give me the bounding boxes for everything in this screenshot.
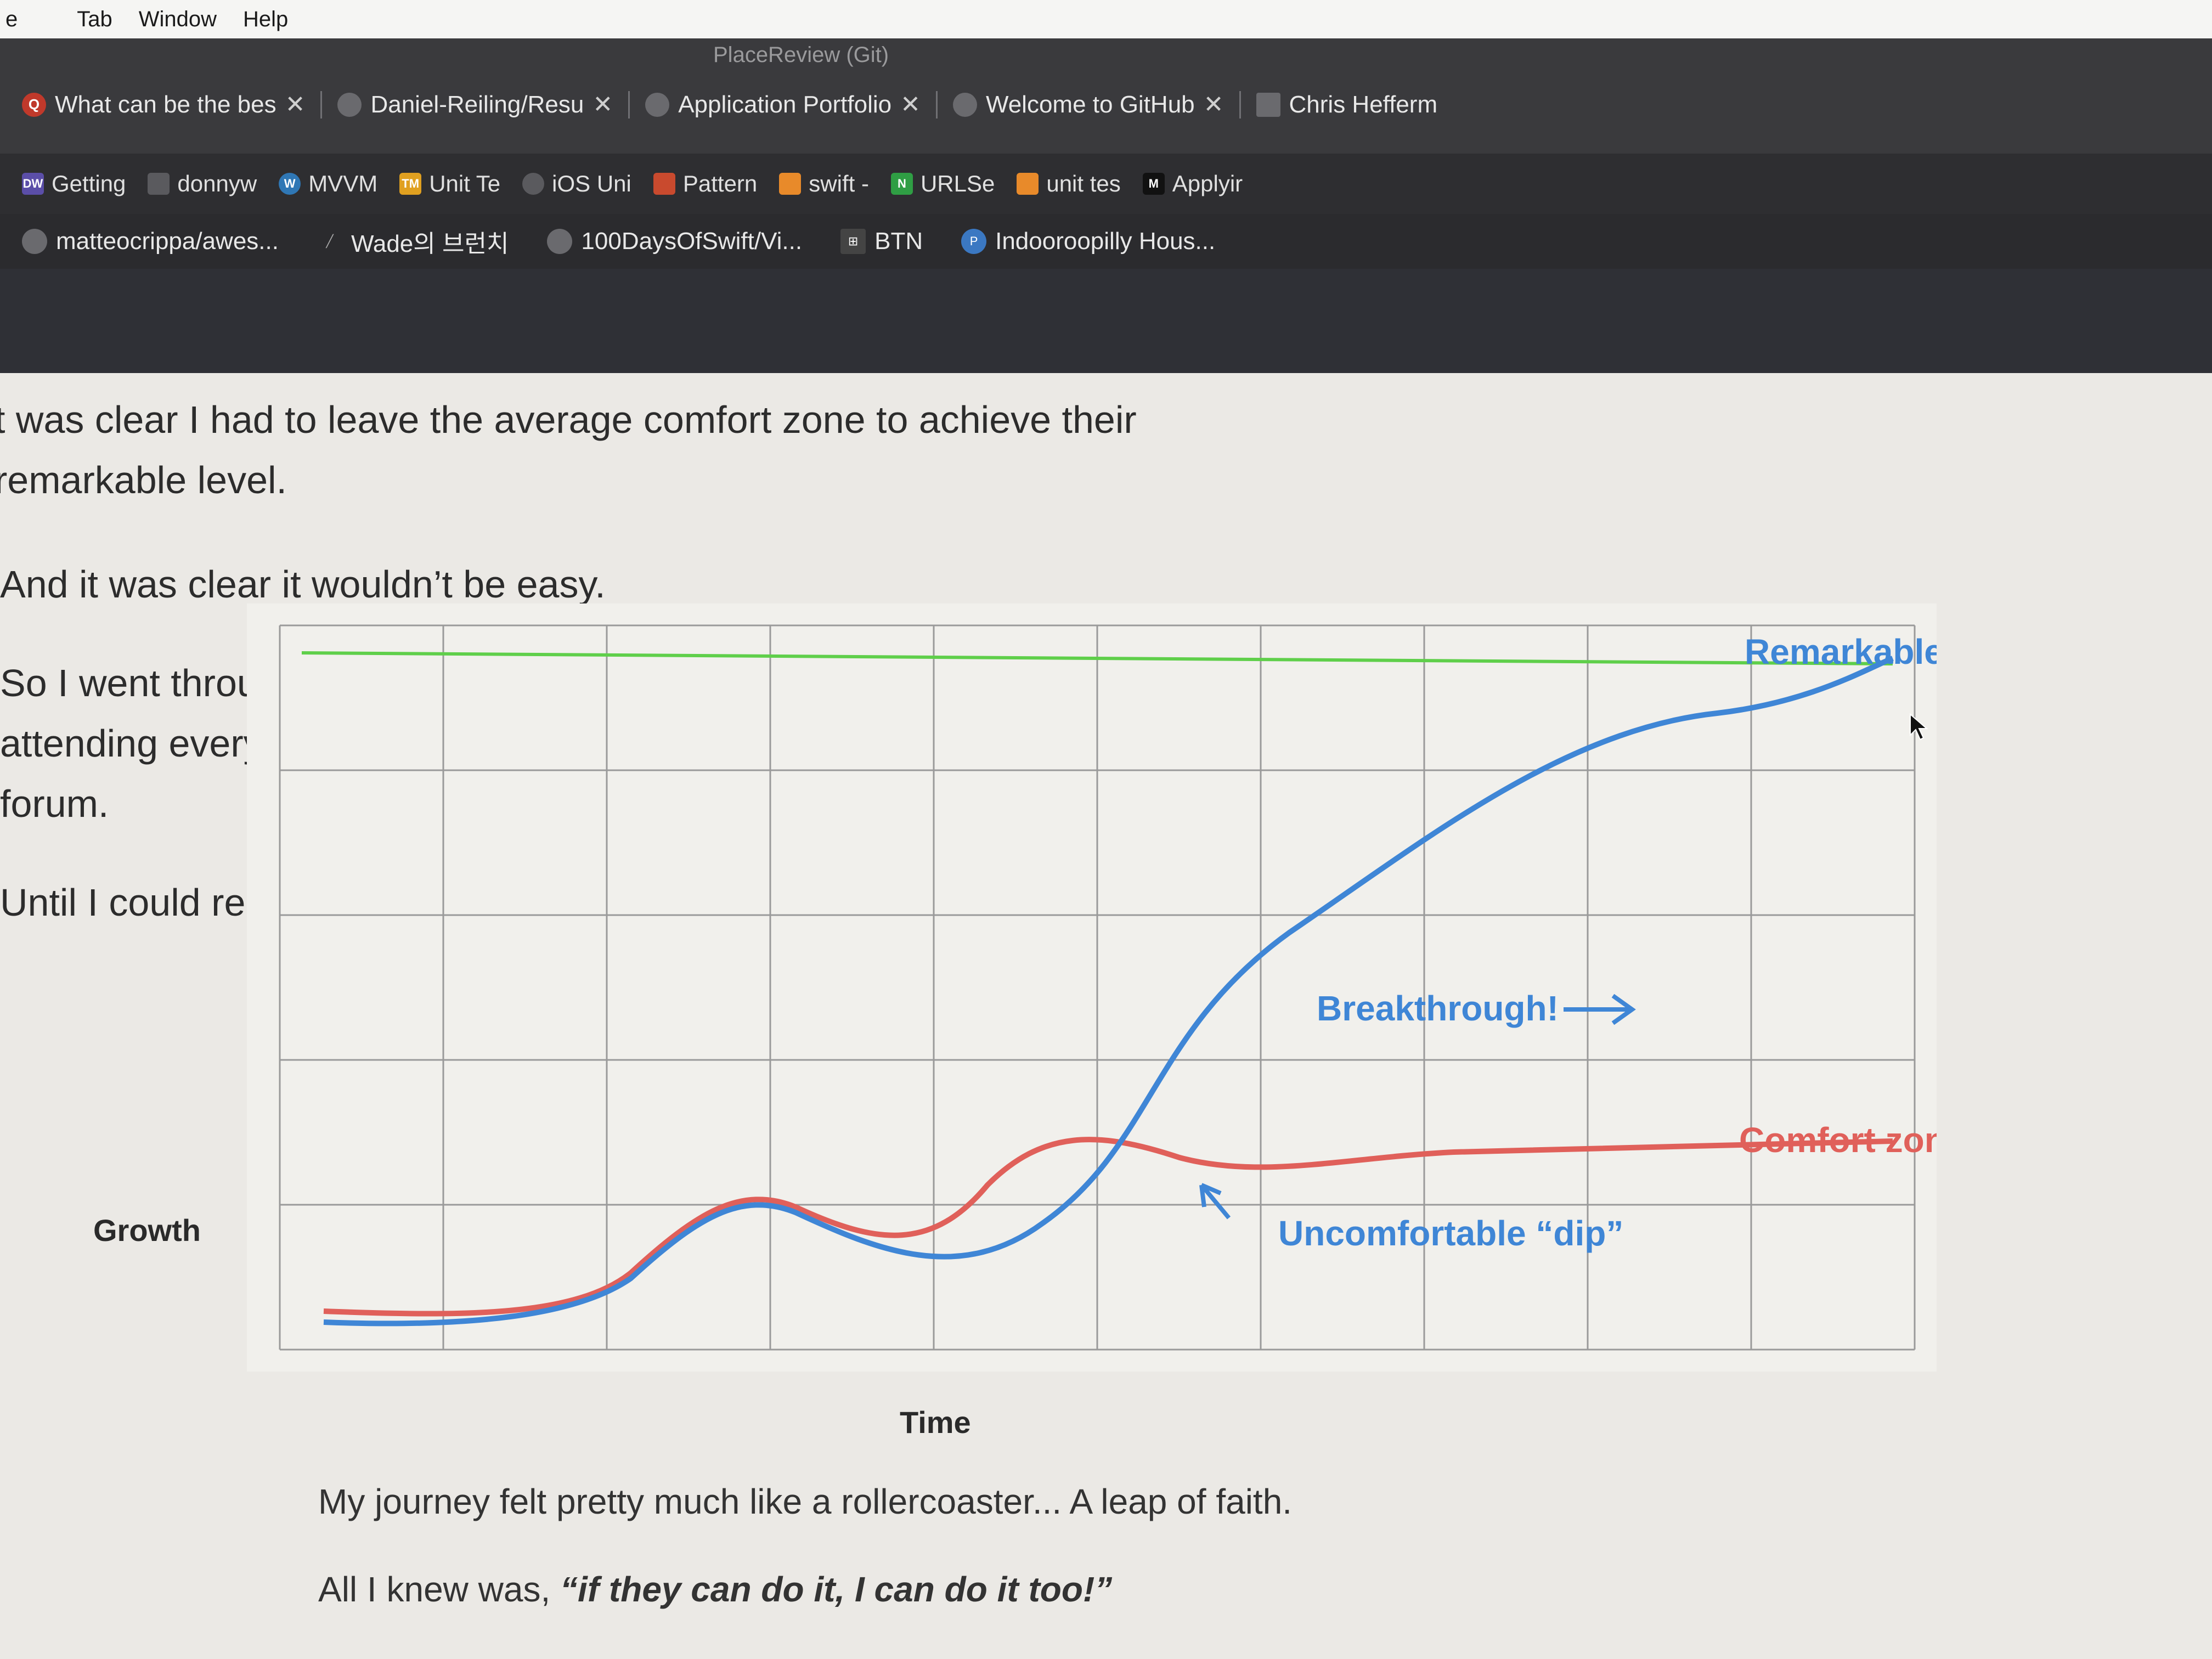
annotation-remarkable: Remarkable xyxy=(1745,632,1937,672)
github-icon xyxy=(337,92,362,117)
tab-chris[interactable]: Chris Hefferm xyxy=(1256,91,1438,119)
bookmark-ios-uni[interactable]: iOS Uni xyxy=(522,171,631,197)
annotation-uncomfortable-dip: Uncomfortable “dip” xyxy=(1278,1214,1623,1253)
globe-icon xyxy=(952,92,977,117)
menu-item-window[interactable]: Window xyxy=(139,7,217,32)
series-remarkable-line xyxy=(323,656,1894,1327)
tab-label: What can be the bes xyxy=(55,91,276,118)
bookmark-getting[interactable]: DW Getting xyxy=(22,171,126,197)
mouse-cursor-icon xyxy=(1910,713,1928,741)
bookmark-label: iOS Uni xyxy=(552,171,631,196)
y-axis-label: Growth xyxy=(93,1213,201,1248)
series-comfort-zone-line xyxy=(323,1137,1893,1317)
bookmark-label: Getting xyxy=(52,171,126,196)
n-icon: N xyxy=(890,173,913,195)
window-title: PlaceReview (Git) xyxy=(713,43,889,67)
close-icon[interactable]: ✕ xyxy=(900,91,921,119)
tab-label: Application Portfolio xyxy=(678,91,892,118)
tab-github-welcome[interactable]: Welcome to GitHub ✕ xyxy=(952,91,1224,119)
favorite-awesome-ios[interactable]: matteocrippa/awes... xyxy=(22,228,279,255)
favorite-wade-brunch[interactable]: ╱ Wade의 브런치 xyxy=(317,224,509,259)
page-icon xyxy=(148,173,170,195)
caption-prefix: All I knew was, xyxy=(318,1570,561,1609)
favorite-100days[interactable]: 100DaysOfSwift/Vi... xyxy=(547,228,802,255)
tab-portfolio[interactable]: Application Portfolio ✕ xyxy=(645,91,921,119)
arrow-right-icon xyxy=(1564,994,1636,1025)
menu-item-edit[interactable]: e xyxy=(5,7,18,32)
bookmark-swift[interactable]: swift - xyxy=(779,171,869,197)
btn-icon: ⊞ xyxy=(840,229,866,254)
bookmark-label: unit tes xyxy=(1046,171,1121,196)
github-icon xyxy=(547,229,573,254)
paragraph-dip-line3: forum. xyxy=(0,782,109,825)
tab-label: Daniel-Reiling/Resu xyxy=(370,91,584,118)
favorite-label: Indooroopilly Hous... xyxy=(995,228,1216,255)
tab-label: Welcome to GitHub xyxy=(985,91,1195,118)
bookmark-urlse[interactable]: N URLSe xyxy=(890,171,995,197)
close-icon[interactable]: ✕ xyxy=(1204,91,1224,119)
paragraph-comfort-zone-line1: t was clear I had to leave the average c… xyxy=(0,398,1137,441)
bookmark-applyir[interactable]: M Applyir xyxy=(1142,171,1243,197)
favorite-label: Wade의 브런치 xyxy=(351,230,509,257)
globe-icon xyxy=(645,92,670,117)
medium-icon: M xyxy=(1142,173,1165,195)
favorite-indooroopilly[interactable]: P Indooroopilly Hous... xyxy=(961,228,1215,255)
github-icon xyxy=(22,229,47,254)
chart-grid xyxy=(279,624,1916,1351)
dw-icon: DW xyxy=(22,173,44,195)
bird-icon xyxy=(653,173,675,195)
bookmark-label: Applyir xyxy=(1172,171,1243,196)
favorite-label: BTN xyxy=(874,228,923,255)
tab-label: Chris Hefferm xyxy=(1289,91,1438,118)
bookmark-mvvm[interactable]: W MVVM xyxy=(279,171,377,197)
bookmark-pattern[interactable]: Pattern xyxy=(653,171,757,197)
bookmark-donnyw[interactable]: donnyw xyxy=(148,171,257,197)
tab-resume[interactable]: Daniel-Reiling/Resu ✕ xyxy=(337,91,613,119)
bookmark-unit-te[interactable]: TM Unit Te xyxy=(399,171,500,197)
bookmark-label: donnyw xyxy=(177,171,257,196)
globe-icon xyxy=(522,173,545,195)
tab-divider xyxy=(628,91,630,119)
quora-icon: Q xyxy=(22,92,46,117)
bookmark-unit-tes[interactable]: unit tes xyxy=(1017,171,1121,197)
page-icon xyxy=(1256,92,1280,117)
growth-chart-svg: Remarkable Breakthrough! Comfort zone Un… xyxy=(279,624,1937,1351)
pen-icon: ╱ xyxy=(326,234,334,248)
x-axis-label: Time xyxy=(900,1405,971,1440)
tm-icon: TM xyxy=(399,173,422,195)
bookmark-label: swift - xyxy=(809,171,869,196)
menu-item-help[interactable]: Help xyxy=(243,7,288,32)
caption-if-they-can: All I knew was, “if they can do it, I ca… xyxy=(318,1569,1112,1610)
bookmark-label: Pattern xyxy=(682,171,758,196)
tab-quora[interactable]: Q What can be the bes ✕ xyxy=(22,91,305,119)
paragraph-comfort-zone-line2: remarkable level. xyxy=(0,459,287,501)
tab-divider xyxy=(935,91,938,119)
arrow-up-left-icon xyxy=(1199,1183,1231,1220)
stack-icon xyxy=(1017,173,1039,195)
bookmark-label: MVVM xyxy=(308,171,378,196)
caption-quote: “if they can do it, I can do it too!” xyxy=(560,1570,1113,1609)
bookmark-label: URLSe xyxy=(920,171,995,196)
growth-chart: Remarkable Breakthrough! Comfort zone Un… xyxy=(247,603,1937,1372)
favorites-bar: matteocrippa/awes... ╱ Wade의 브런치 100Days… xyxy=(0,214,2212,269)
caption-rollercoaster: My journey felt pretty much like a rolle… xyxy=(318,1482,1293,1521)
favorite-btn[interactable]: ⊞ BTN xyxy=(840,228,923,255)
p-icon: P xyxy=(961,229,987,254)
annotation-comfort-zone: Comfort zone xyxy=(1739,1120,1937,1160)
bookmark-bar: DW Getting donnyw W MVVM TM Unit Te iOS … xyxy=(0,154,2212,214)
menu-bar: e Tab Window Help xyxy=(0,0,2212,38)
wordpress-icon: W xyxy=(279,173,301,195)
tab-divider xyxy=(320,91,323,119)
stack-icon xyxy=(779,173,802,195)
close-icon[interactable]: ✕ xyxy=(285,91,306,119)
annotation-breakthrough: Breakthrough! xyxy=(1317,989,1559,1028)
tab-bar: PlaceReview (Git) Q What can be the bes … xyxy=(0,38,2212,154)
close-icon[interactable]: ✕ xyxy=(592,91,613,119)
menu-item-tab[interactable]: Tab xyxy=(77,7,112,32)
favorite-label: 100DaysOfSwift/Vi... xyxy=(581,228,803,255)
tab-divider xyxy=(1239,91,1241,119)
favorite-label: matteocrippa/awes... xyxy=(56,228,279,255)
page-header xyxy=(0,269,2212,373)
bookmark-label: Unit Te xyxy=(429,171,501,196)
